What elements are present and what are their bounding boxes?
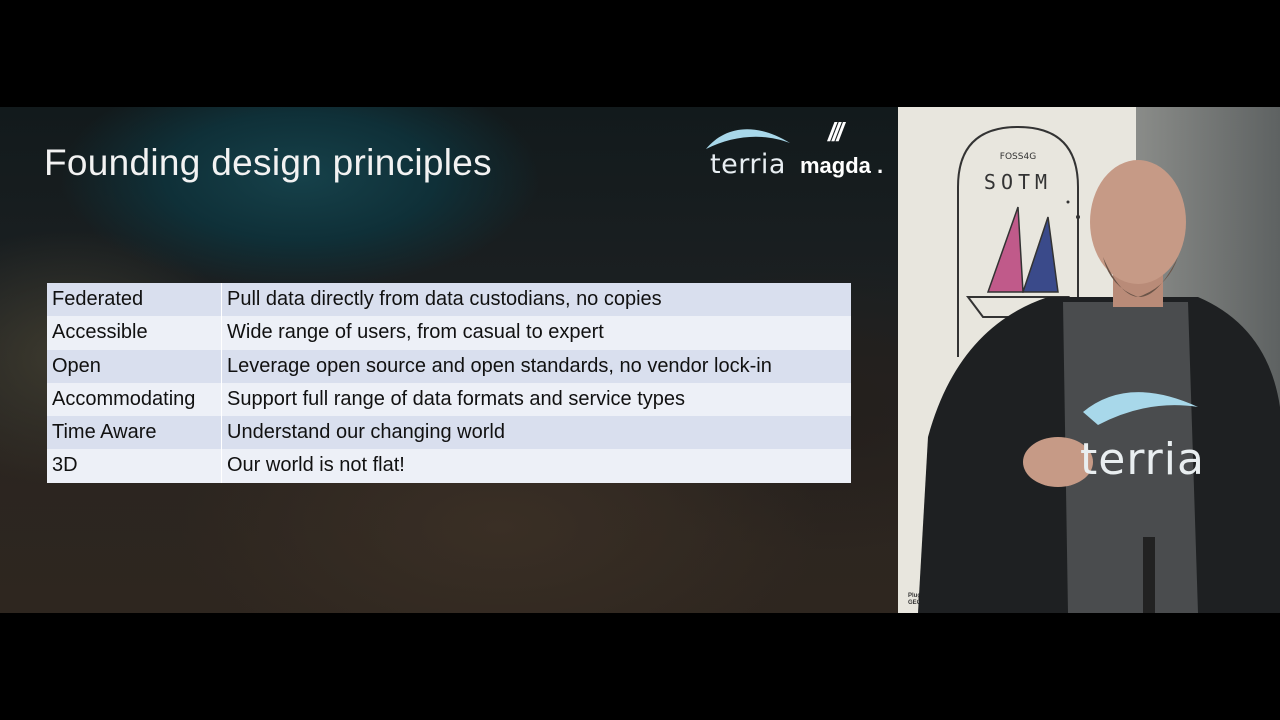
slide-title: Founding design principles [44, 142, 492, 183]
terria-logo-text: terria [710, 149, 786, 180]
principle-description: Our world is not flat! [227, 454, 405, 477]
magda-logo: /// magda . [800, 117, 892, 181]
principle-term: Federated [47, 283, 222, 317]
principles-table: Federated Pull data directly from data c… [47, 283, 851, 483]
table-row: Open Leverage open source and open stand… [47, 349, 851, 383]
principle-description: Leverage open source and open standards,… [227, 354, 772, 377]
shirt-logo-text: terria [1080, 434, 1205, 485]
speaker-stage: FOSS4G SOTM Plugwest GEOSPATIAL [898, 107, 1280, 613]
terria-wave-icon [706, 129, 790, 149]
speaker-figure [918, 160, 1280, 613]
table-row: 3D Our world is not flat! [47, 449, 851, 483]
principle-term: Accommodating [47, 382, 222, 417]
principle-description: Understand our changing world [227, 421, 505, 444]
principle-description: Support full range of data formats and s… [227, 387, 686, 410]
principle-term: Open [47, 349, 222, 383]
principle-term: Accessible [47, 316, 222, 350]
terria-logo: terria [700, 119, 795, 181]
table-row: Accessible Wide range of users, from cas… [47, 316, 851, 350]
table-row: Accommodating Support full range of data… [47, 382, 851, 417]
magda-logo-text: magda . [800, 153, 884, 178]
principle-term: 3D [47, 449, 222, 483]
principle-description: Wide range of users, from casual to expe… [227, 321, 604, 344]
presentation-slide: Founding design principles terria /// ma… [0, 107, 898, 613]
table-row: Federated Pull data directly from data c… [47, 283, 851, 317]
principle-term: Time Aware [47, 416, 222, 450]
magda-mark-icon: /// [828, 117, 844, 147]
principle-description: Pull data directly from data custodians,… [227, 288, 662, 310]
table-row: Time Aware Understand our changing world [47, 416, 851, 450]
video-frame: Founding design principles terria /// ma… [0, 107, 1280, 613]
